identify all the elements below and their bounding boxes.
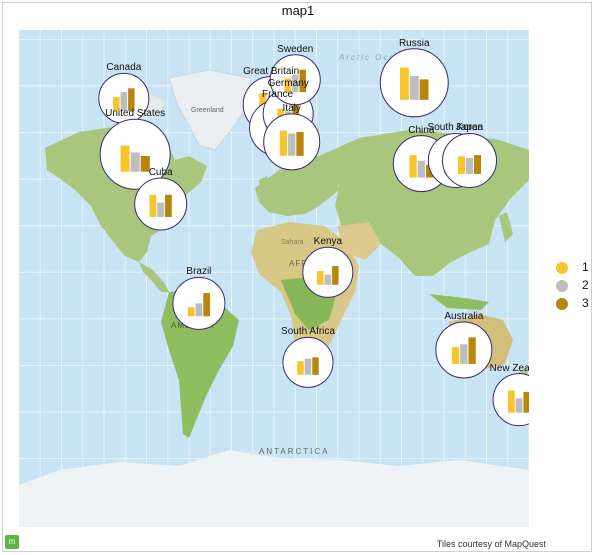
map-area[interactable]: Arctic Ocean Greenland Sahara AFRICA AME…: [19, 30, 529, 527]
marker-bar-series-3: [468, 337, 476, 364]
marker-bar-series-2: [130, 152, 140, 172]
legend-label-1: 1: [582, 260, 589, 274]
marker-label: France: [261, 88, 294, 100]
marker-bar-series-3: [203, 292, 211, 317]
marker-bar-series-1: [409, 155, 417, 178]
marker-bar-series-2: [304, 358, 312, 375]
country-marker[interactable]: [435, 321, 493, 379]
marker-bar-series-3: [296, 132, 304, 156]
legend-item-1[interactable]: 1: [556, 260, 596, 278]
mapquest-logo-icon[interactable]: m: [5, 535, 19, 549]
legend-swatch-2: [556, 280, 568, 292]
map-canvas[interactable]: Arctic Ocean Greenland Sahara AFRICA AME…: [19, 30, 529, 527]
marker-bar-series-1: [451, 347, 460, 364]
country-marker[interactable]: [172, 276, 226, 330]
marker-bar-series-1: [317, 271, 324, 285]
marker-bar-series-2: [417, 160, 425, 178]
marker-bar-series-1: [399, 67, 409, 100]
marker-bar-series-2: [195, 303, 203, 317]
marker-bar-series-2: [460, 344, 468, 364]
country-marker[interactable]: [442, 132, 497, 188]
marker-bar-series-2: [465, 157, 474, 174]
label-sahara: Sahara: [281, 239, 304, 246]
marker-bar-series-1: [120, 145, 130, 172]
marker-bar-series-1: [507, 390, 515, 413]
marker-bar-series-3: [523, 391, 529, 413]
marker-bar-series-1: [149, 194, 157, 217]
marker-bar-series-1: [279, 130, 288, 156]
marker-bar-series-1: [297, 361, 304, 375]
legend-item-3[interactable]: 3: [556, 296, 596, 314]
country-marker[interactable]: [134, 177, 188, 231]
marker-label: Great Britain: [243, 65, 300, 77]
legend: 1 2 3: [556, 260, 596, 314]
marker-bar-series-1: [187, 307, 195, 317]
label-antarctica: ANTARCTICA: [259, 447, 330, 456]
marker-label: South Africa: [281, 326, 335, 338]
marker-bar-series-3: [332, 266, 339, 285]
map-title: map1: [281, 3, 315, 18]
marker-label: Kenya: [313, 236, 343, 248]
marker-label: Italy: [282, 102, 301, 114]
marker-bar-series-3: [474, 155, 482, 174]
country-marker[interactable]: [379, 48, 449, 118]
label-greenland: Greenland: [191, 107, 224, 114]
legend-label-2: 2: [582, 278, 589, 292]
country-marker[interactable]: [282, 336, 334, 388]
marker-bar-series-1: [457, 156, 465, 174]
marker-label: New Zealand: [489, 362, 529, 374]
marker-bar-series-2: [409, 76, 419, 100]
marker-bar-series-3: [165, 194, 172, 217]
marker-bar-series-2: [515, 398, 523, 413]
marker-label: Germany: [267, 77, 309, 89]
marker-bar-series-3: [312, 357, 319, 375]
marker-label: Australia: [444, 310, 484, 322]
legend-swatch-1: [556, 262, 568, 274]
marker-label: Japan: [455, 122, 484, 134]
tile-credits: Tiles courtesy of MapQuest: [436, 539, 546, 549]
marker-label: Russia: [398, 37, 430, 49]
legend-swatch-3: [556, 298, 568, 310]
marker-label: Sweden: [277, 43, 314, 55]
marker-bar-series-3: [419, 79, 429, 100]
marker-bar-series-2: [324, 274, 332, 285]
marker-label: Brazil: [186, 266, 212, 278]
country-marker[interactable]: [302, 246, 354, 298]
legend-label-3: 3: [582, 296, 589, 310]
marker-label: Cuba: [148, 166, 173, 178]
legend-item-2[interactable]: 2: [556, 278, 596, 296]
country-marker[interactable]: [263, 113, 321, 171]
marker-label: United States: [105, 108, 166, 120]
marker-bar-series-2: [288, 133, 296, 156]
marker-label: Canada: [106, 62, 142, 74]
marker-bubble: [302, 246, 354, 298]
marker-bar-series-2: [157, 202, 165, 217]
